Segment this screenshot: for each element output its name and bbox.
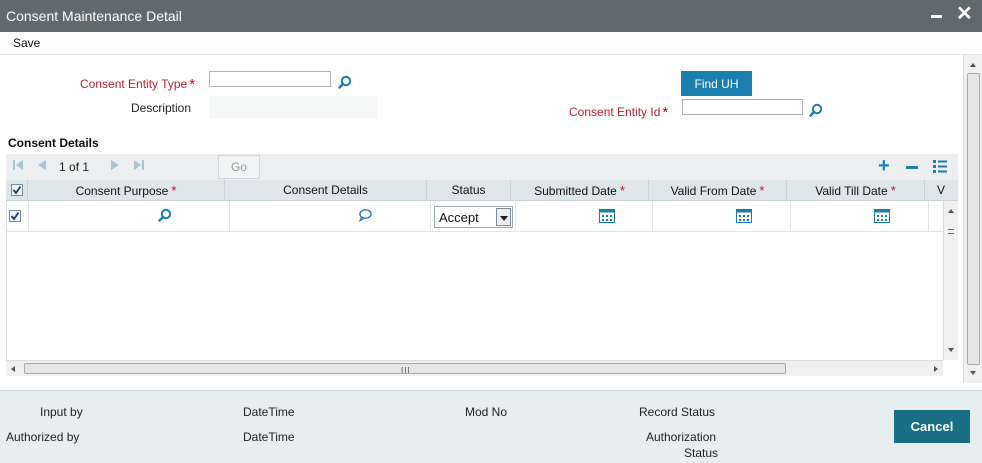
column-header-truncated[interactable]: V <box>925 180 958 200</box>
row-select-cell <box>7 201 29 232</box>
scroll-right-arrow-icon[interactable] <box>934 366 938 372</box>
window-title: Consent Maintenance Detail <box>6 8 182 24</box>
column-header-status[interactable]: Status <box>427 180 511 200</box>
consent-entity-type-label-text: Consent Entity Type <box>80 77 188 91</box>
go-button[interactable]: Go <box>218 155 260 179</box>
total-pages: 1 <box>82 160 90 174</box>
grid-body: Accept <box>6 201 943 361</box>
truncated-header-text: V <box>937 183 946 197</box>
submitted-date-header-text: Submitted Date <box>534 184 617 198</box>
input-by-label: Input by <box>40 405 83 419</box>
consent-purpose-cell[interactable] <box>29 201 230 232</box>
consent-entity-id-label: Consent Entity Id * <box>569 104 668 121</box>
entity-type-lookup-icon[interactable] <box>338 75 352 89</box>
valid-till-date-header-text: Valid Till Date <box>815 184 888 198</box>
row-select-checkbox[interactable] <box>9 210 21 222</box>
speech-bubble-icon[interactable] <box>358 208 372 222</box>
scroll-down-arrow-icon[interactable] <box>948 348 954 352</box>
consent-details-header-text: Consent Details <box>283 183 368 197</box>
status-selected-value: Accept <box>439 210 479 225</box>
column-header-consent-purpose[interactable]: Consent Purpose * <box>28 180 225 200</box>
submitted-date-calendar-icon[interactable] <box>599 209 615 223</box>
required-marker: * <box>890 183 896 198</box>
window-titlebar: Consent Maintenance Detail ✕ <box>0 0 982 32</box>
authorized-datetime-label: DateTime <box>243 430 295 444</box>
close-icon[interactable]: ✕ <box>956 4 973 24</box>
page-scroll-thumb[interactable] <box>967 73 980 365</box>
valid-from-date-calendar-icon[interactable] <box>736 209 752 223</box>
scroll-left-arrow-icon[interactable] <box>11 366 15 372</box>
scroll-thumb-grip[interactable] <box>947 225 955 239</box>
grid-header: Consent Purpose * Consent Details Status … <box>6 180 958 201</box>
mod-no-label: Mod No <box>465 405 508 419</box>
authorized-by-label: Authorized by <box>6 430 80 444</box>
minimize-icon[interactable] <box>928 6 944 24</box>
column-header-submitted-date[interactable]: Submitted Date * <box>511 180 649 200</box>
status-select[interactable]: Accept <box>434 206 513 228</box>
required-marker: * <box>759 183 765 198</box>
grid-toolbar: 1 of 1 Go + <box>6 154 958 180</box>
input-datetime-label: DateTime <box>243 405 295 419</box>
required-marker: * <box>619 183 625 198</box>
valid-till-date-calendar-icon[interactable] <box>874 209 890 223</box>
valid-from-date-cell[interactable] <box>653 201 791 232</box>
save-menu-item[interactable]: Save <box>13 36 40 50</box>
grid-horizontal-scrollbar[interactable]: III <box>6 360 943 376</box>
select-all-checkbox[interactable] <box>11 184 23 196</box>
required-marker: * <box>171 183 177 198</box>
record-status-label: Record Status <box>639 405 716 419</box>
consent-entity-type-input[interactable] <box>209 71 331 87</box>
header-select-cell <box>6 180 28 200</box>
consent-entity-id-label-text: Consent Entity Id <box>569 105 661 119</box>
authorization-status-label-line1: Authorization <box>646 430 717 444</box>
page-vertical-scrollbar[interactable] <box>963 55 982 383</box>
status-header-text: Status <box>451 183 486 197</box>
last-page-icon[interactable] <box>133 159 145 174</box>
valid-from-date-header-text: Valid From Date <box>670 184 757 198</box>
page-scroll-up-arrow-icon[interactable] <box>970 63 976 67</box>
remove-row-minus-icon[interactable] <box>906 166 918 169</box>
scroll-up-arrow-icon[interactable] <box>948 209 954 213</box>
entity-id-lookup-icon[interactable] <box>809 103 823 117</box>
pager-info: 1 of 1 <box>59 160 89 174</box>
description-field <box>209 96 377 118</box>
horizontal-scroll-thumb[interactable]: III <box>24 363 786 375</box>
required-marker: * <box>662 104 669 121</box>
column-header-valid-till-date[interactable]: Valid Till Date * <box>787 180 925 200</box>
consent-details-cell[interactable] <box>230 201 431 232</box>
list-view-icon[interactable] <box>933 159 947 173</box>
audit-footer: Input by DateTime Mod No Record Status A… <box>0 390 982 463</box>
consent-purpose-header-text: Consent Purpose <box>75 184 169 198</box>
consent-details-section-title: Consent Details <box>8 136 99 150</box>
first-page-icon[interactable] <box>12 159 24 174</box>
submitted-date-cell[interactable] <box>515 201 653 232</box>
authorization-status-label-line2: Status <box>684 446 719 460</box>
cancel-button[interactable]: Cancel <box>894 410 970 443</box>
consent-purpose-lookup-icon[interactable] <box>158 208 172 222</box>
page-scroll-down-arrow-icon[interactable] <box>970 371 976 375</box>
previous-page-icon[interactable] <box>36 159 48 174</box>
find-uh-button[interactable]: Find UH <box>681 71 752 96</box>
valid-till-date-cell[interactable] <box>791 201 929 232</box>
column-header-valid-from-date[interactable]: Valid From Date * <box>649 180 787 200</box>
column-header-consent-details[interactable]: Consent Details <box>225 180 427 200</box>
add-row-plus-icon[interactable]: + <box>878 155 890 177</box>
consent-entity-id-input[interactable] <box>682 99 803 115</box>
scroll-grip-icon: III <box>401 366 411 375</box>
current-page: 1 <box>59 160 66 174</box>
grid-vertical-scrollbar[interactable] <box>943 201 958 360</box>
pager-of: of <box>69 160 80 174</box>
chevron-down-icon[interactable] <box>496 208 511 226</box>
description-label: Description <box>131 101 192 115</box>
next-page-icon[interactable] <box>109 159 121 174</box>
required-marker: * <box>189 76 196 93</box>
menubar: Save <box>0 32 982 55</box>
table-row: Accept <box>7 201 943 232</box>
consent-entity-type-label: Consent Entity Type * <box>80 76 195 93</box>
